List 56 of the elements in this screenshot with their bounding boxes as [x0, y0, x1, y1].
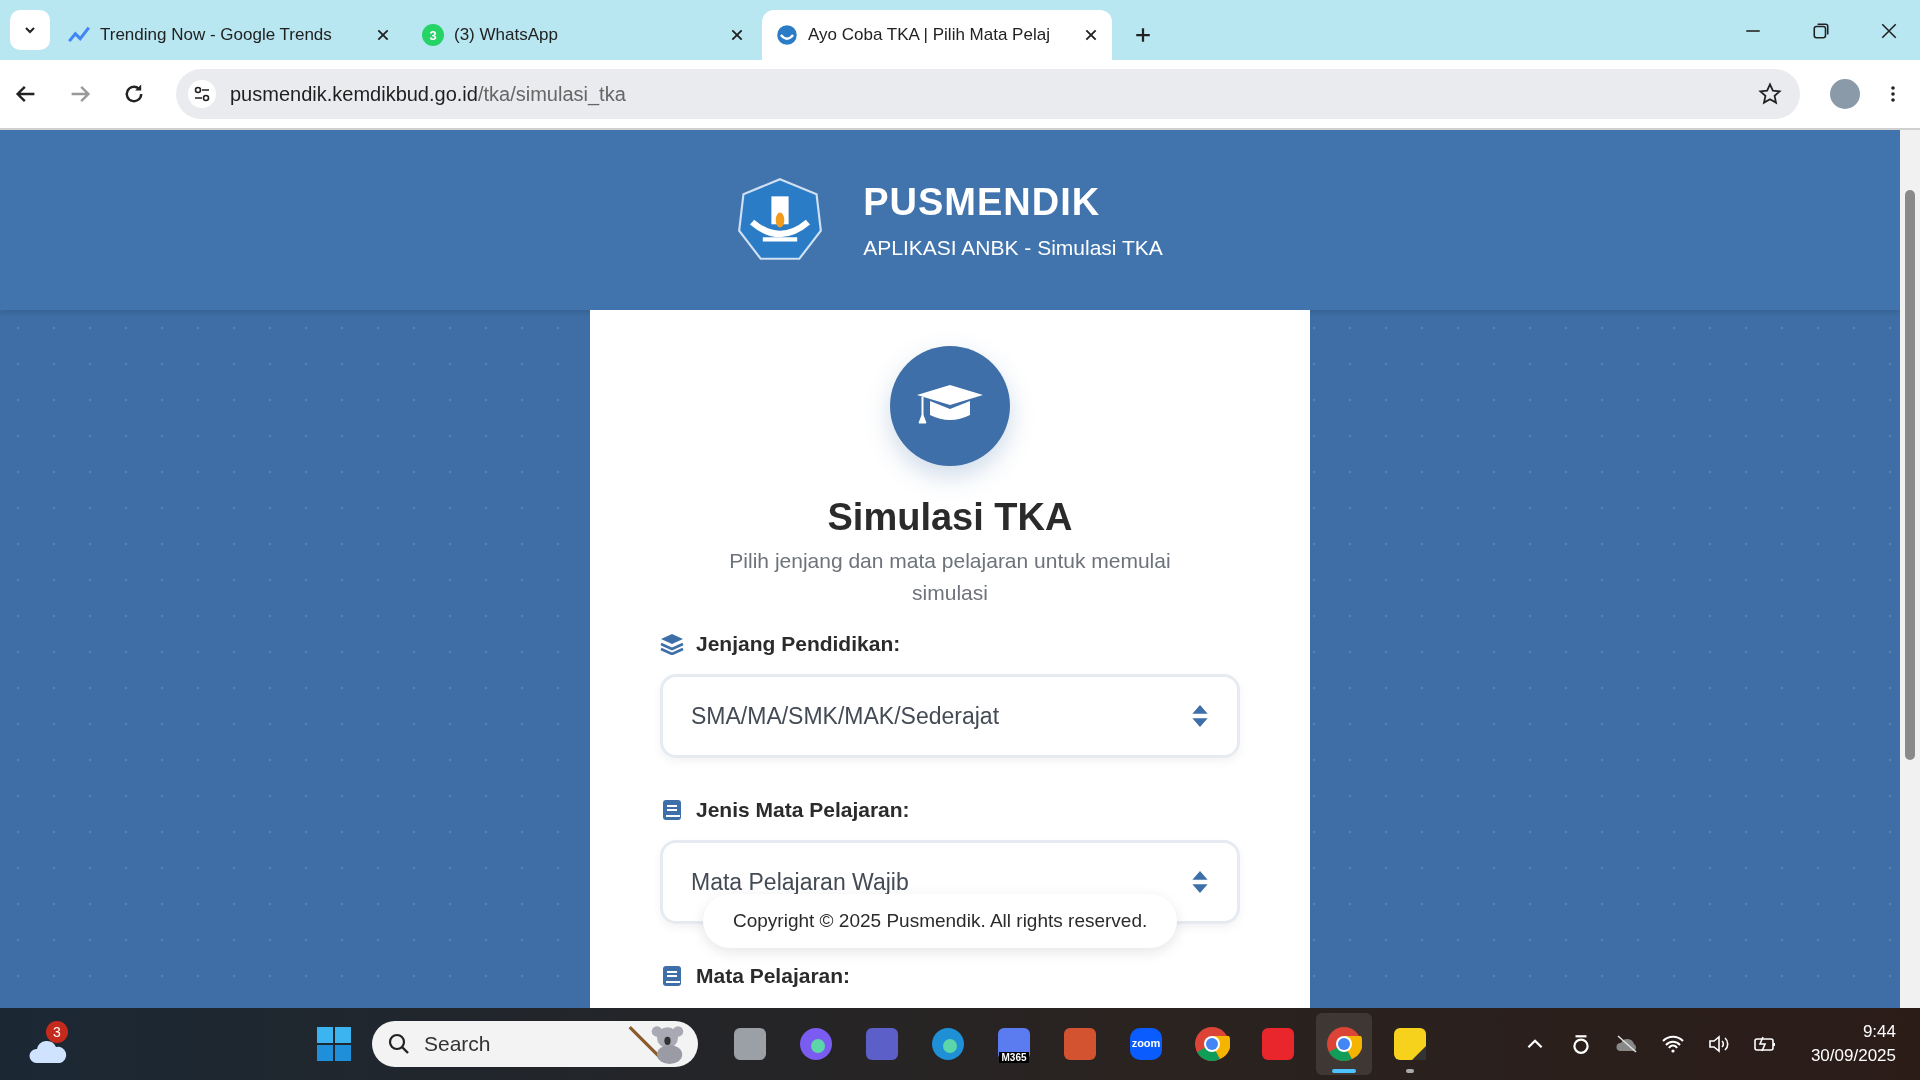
running-indicator	[1406, 1069, 1414, 1073]
address-bar[interactable]: pusmendik.kemdikbud.go.id/tka/simulasi_tka	[176, 69, 1800, 119]
chrome-icon	[1194, 1026, 1230, 1062]
weather-widget[interactable]: 3	[24, 1021, 74, 1067]
page-subtitle: Pilih jenjang dan mata pelajaran untuk memulai simulasi	[728, 548, 1172, 606]
browser-tab[interactable]: Ayo Coba TKA | Pilih Mata Pelaj	[762, 10, 1112, 60]
url-text: pusmendik.kemdikbud.go.id/tka/simulasi_tka	[230, 82, 627, 106]
book-icon	[660, 965, 684, 987]
dropdown-field[interactable]: SMA/MA/SMK/MAK/Sederajat	[660, 674, 1240, 758]
chat-badge-icon: 3	[422, 24, 444, 46]
layers-icon	[660, 633, 684, 655]
taskbar-app[interactable]: zoom	[1118, 1013, 1174, 1075]
search-icon	[388, 1033, 410, 1055]
app-label: M365	[999, 1052, 1029, 1063]
chrome-icon	[1326, 1026, 1362, 1062]
browser-tab[interactable]: 3 (3) WhatsApp	[408, 10, 758, 60]
field-label: Jenis Mata Pelajaran:	[696, 798, 910, 822]
close-icon[interactable]	[730, 28, 744, 42]
scrollbar[interactable]	[1900, 130, 1920, 1008]
windows-start-icon[interactable]	[316, 1026, 352, 1062]
zoom-icon	[1128, 1026, 1164, 1062]
app-label: zoom	[1131, 1037, 1161, 1049]
taskbar-search-field[interactable]: Search	[372, 1021, 698, 1067]
browser-tab[interactable]: Trending Now - Google Trends	[54, 10, 404, 60]
taskbar-app[interactable]	[1316, 1013, 1372, 1075]
close-icon[interactable]	[1880, 22, 1898, 40]
volume-icon[interactable]	[1706, 1033, 1731, 1055]
cloud-icon	[28, 1039, 68, 1065]
running-indicator	[1332, 1069, 1356, 1073]
menu-icon[interactable]	[1890, 84, 1896, 104]
close-icon[interactable]	[1084, 28, 1098, 42]
clock[interactable]: 9:44 30/09/2025	[1810, 1022, 1896, 1066]
field-label: Mata Pelajaran:	[696, 964, 851, 988]
sort-arrows-icon	[1191, 704, 1209, 728]
site-settings-icon[interactable]	[188, 80, 216, 108]
emblem-icon	[776, 24, 798, 46]
sticky-notes-icon	[1392, 1026, 1428, 1062]
taskbar-app[interactable]: M365	[986, 1013, 1042, 1075]
notification-count: 3	[46, 1021, 68, 1043]
page-title: Simulasi TKA	[827, 496, 1073, 539]
scrollbar-thumb[interactable]	[1905, 190, 1915, 760]
copyright-toast: Copyright © 2025 Pusmendik. All rights reserved.	[703, 894, 1178, 948]
site-subtitle: APLIKASI ANBK - Simulasi TKA	[863, 235, 1163, 260]
site-title: PUSMENDIK	[863, 180, 1102, 224]
sort-arrows-icon	[1191, 870, 1209, 894]
clock-time: 9:44	[1862, 1022, 1896, 1042]
field-label: Jenjang Pendidikan:	[696, 632, 901, 656]
new-tab-icon[interactable]	[1134, 26, 1152, 44]
cloud-off-icon[interactable]	[1614, 1033, 1639, 1055]
profile-avatar[interactable]	[1830, 79, 1860, 109]
close-icon[interactable]	[376, 28, 390, 42]
bookmark-star-icon[interactable]	[1758, 82, 1782, 106]
wifi-icon[interactable]	[1660, 1033, 1685, 1055]
restore-icon[interactable]	[1812, 22, 1830, 40]
clock-date: 30/09/2025	[1810, 1046, 1896, 1066]
book-icon	[660, 799, 684, 821]
